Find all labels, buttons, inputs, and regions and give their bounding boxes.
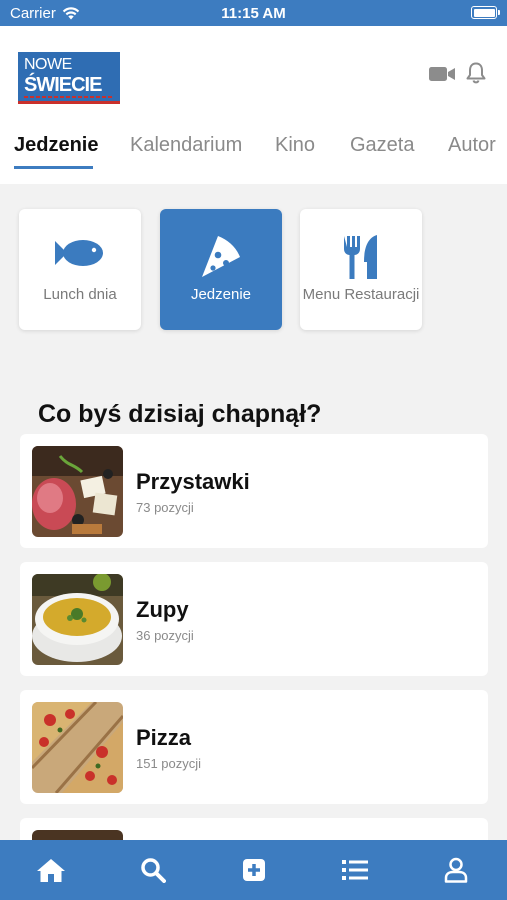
tab-jedzenie[interactable]: Jedzenie [14,134,98,157]
list-item-zupy[interactable]: Zupy 36 pozycji [20,562,488,676]
battery-icon [471,6,500,19]
nav-add[interactable] [238,854,270,886]
profile-icon [444,857,468,883]
pizza-slice-icon [202,236,240,277]
przystawki-image [32,446,123,537]
status-time: 11:15 AM [221,5,286,22]
add-icon [243,859,265,881]
category-jedzenie[interactable]: Jedzenie [160,209,282,330]
pizza-image [32,702,123,793]
item-count: 73 pozycji [136,500,194,515]
header: NOWE ŚWIECIE Jedzenie Kalendarium Kino G… [0,26,507,184]
category-lunch-dnia[interactable]: Lunch dnia [19,209,141,330]
zupy-image [32,574,123,665]
list-item-pizza[interactable]: Pizza 151 pozycji [20,690,488,804]
item-count: 151 pozycji [136,756,202,771]
nav-search[interactable] [137,854,169,886]
item-title: Pizza [136,725,192,750]
category-label: Menu Restauracji [302,286,420,303]
tab-autor[interactable]: Autor [448,134,496,157]
tab-kalendarium[interactable]: Kalendarium [130,134,242,157]
category-menu-restauracji[interactable]: Menu Restauracji [300,209,422,330]
item-count: 36 pozycji [136,628,194,643]
app-logo[interactable]: NOWE ŚWIECIE [18,52,120,104]
nav-home[interactable] [35,854,67,886]
category-label: Jedzenie [190,286,252,303]
utensils-icon [344,235,377,279]
home-icon [37,859,65,882]
category-label: Lunch dnia [43,286,117,303]
video-camera-icon[interactable] [428,64,456,84]
item-title: Zupy [136,597,189,622]
active-tab-indicator [14,166,93,169]
search-icon [141,858,166,883]
nav-list[interactable] [339,854,371,886]
logo-line-2: ŚWIECIE [24,74,102,96]
logo-line-1: NOWE [24,56,72,73]
nav-profile[interactable] [440,854,472,886]
tab-gazeta[interactable]: Gazeta [350,134,414,157]
bell-icon[interactable] [465,61,487,85]
fish-icon [55,240,103,266]
tab-kino[interactable]: Kino [275,134,315,157]
status-bar: Carrier 11:15 AM [0,0,507,26]
section-title: Co byś dzisiaj chapnął? [38,400,322,428]
bottom-navigation [0,840,507,900]
list-item-przystawki[interactable]: Przystawki 73 pozycji [20,434,488,548]
list-icon [342,860,368,880]
item-title: Przystawki [136,469,250,494]
